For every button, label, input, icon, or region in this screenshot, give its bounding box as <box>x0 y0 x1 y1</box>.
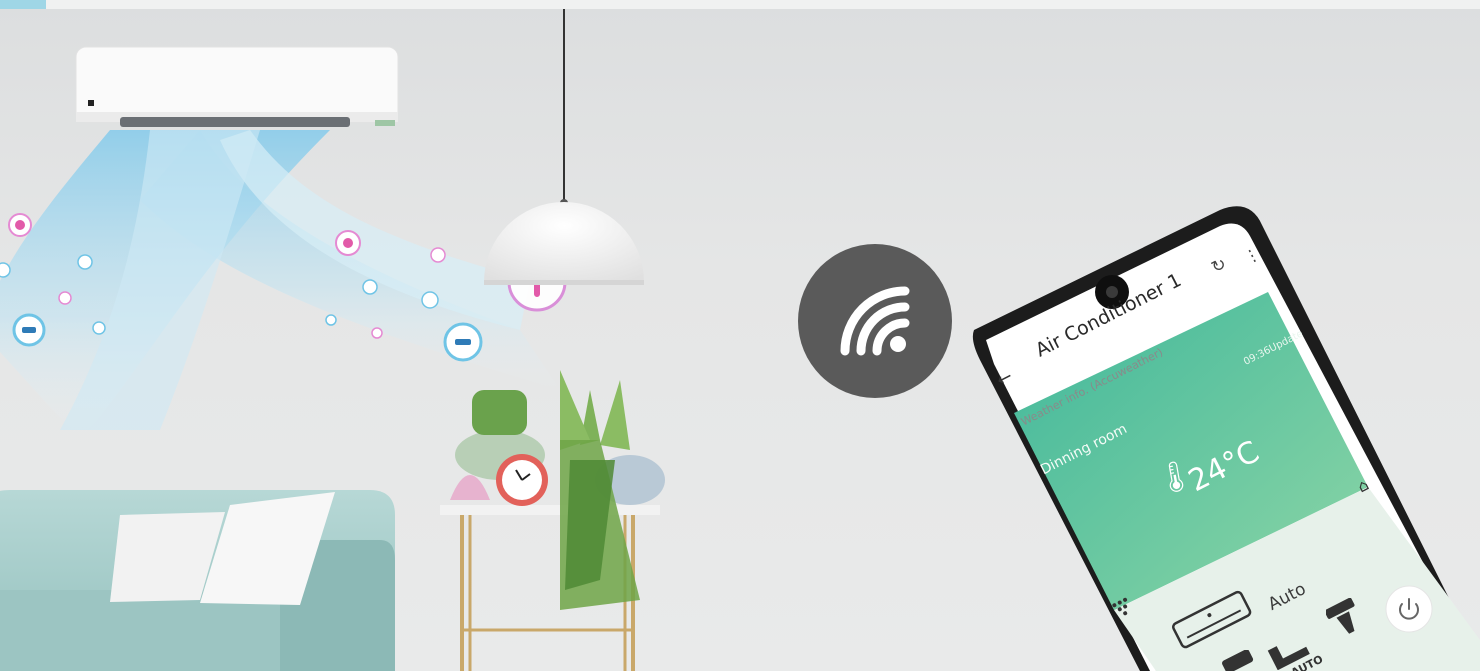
ac-unit <box>75 46 399 127</box>
ac-mode-icon[interactable] <box>1168 590 1258 650</box>
grid-dots-icon[interactable] <box>1110 596 1134 618</box>
clock <box>496 454 548 506</box>
swing-icon[interactable] <box>1326 598 1364 640</box>
wifi-signal-icon <box>798 244 952 398</box>
scene: ← Air Conditioner 1 ↻ ⋮ Weather info. (A… <box>0 0 1480 671</box>
plants <box>450 370 665 610</box>
scene-illustration <box>0 9 1480 671</box>
pendant-lamp <box>484 9 644 285</box>
power-button[interactable] <box>1385 585 1433 633</box>
airflow-mode-icon[interactable] <box>1218 650 1258 671</box>
sofa <box>0 490 395 671</box>
